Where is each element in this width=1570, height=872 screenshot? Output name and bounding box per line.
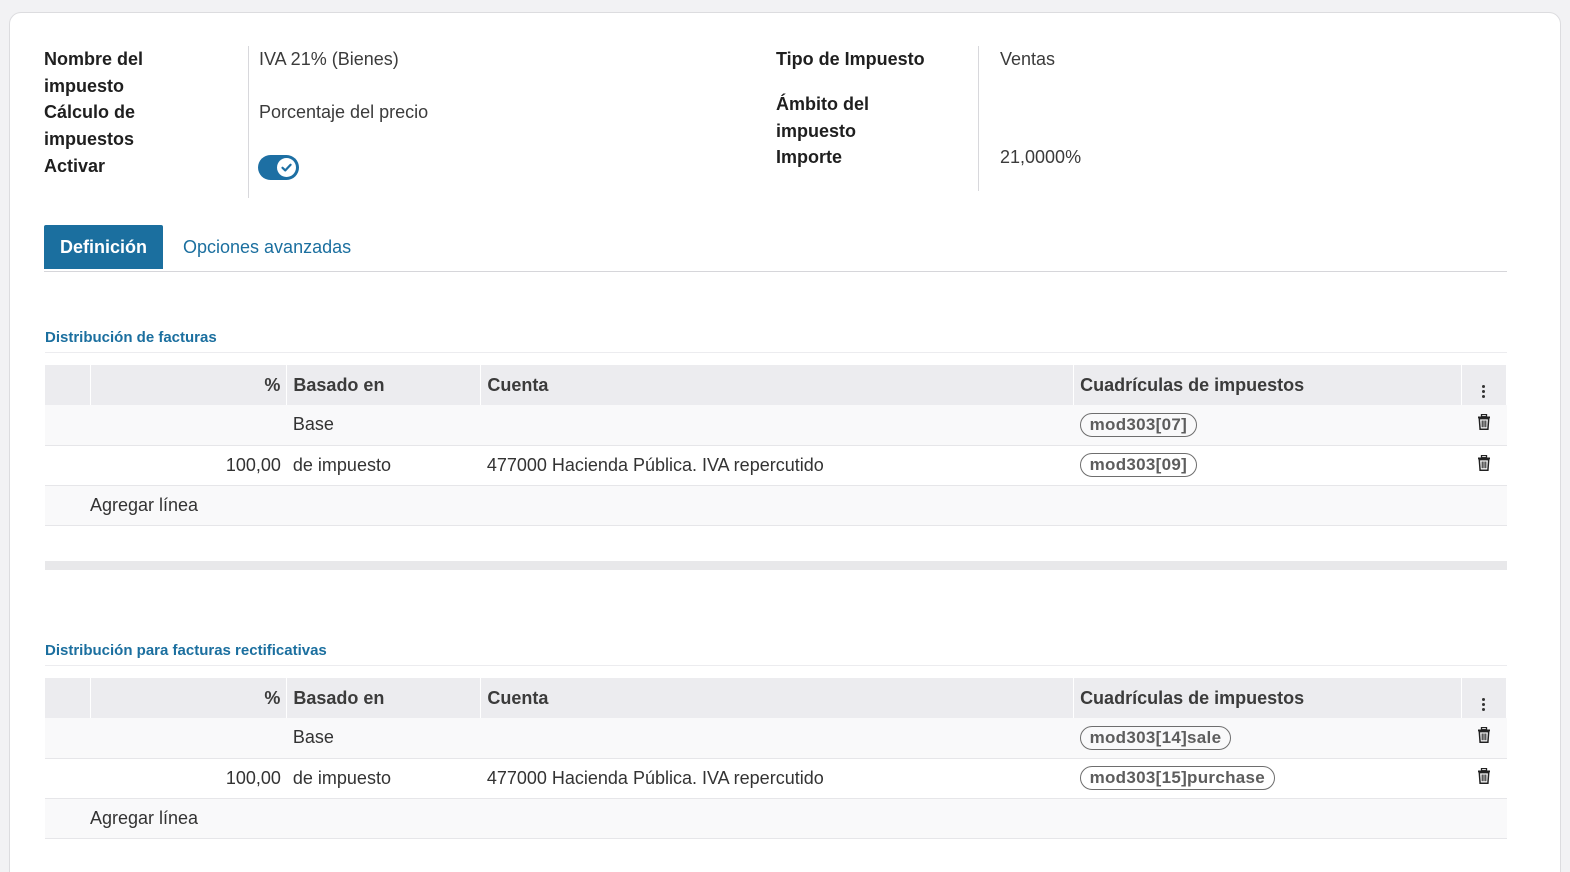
handle-column-header bbox=[45, 678, 92, 718]
check-icon bbox=[277, 158, 296, 177]
handle-cell bbox=[45, 445, 91, 486]
based-on-column-header[interactable]: Basado en bbox=[286, 365, 482, 405]
based-on-cell[interactable]: Base bbox=[286, 405, 481, 446]
handle-cell bbox=[45, 718, 91, 759]
optional-columns-toggle[interactable] bbox=[1461, 678, 1508, 718]
pct-column-header[interactable]: % bbox=[90, 678, 288, 718]
tax-grids-column-header[interactable]: Cuadrículas de impuestos bbox=[1073, 365, 1462, 405]
account-cell[interactable] bbox=[480, 405, 1074, 446]
trash-icon bbox=[1477, 454, 1490, 471]
account-cell[interactable] bbox=[480, 718, 1074, 759]
table-row[interactable]: Base mod303[07] bbox=[45, 405, 1507, 446]
tax-type-label: Tipo de Impuesto bbox=[776, 49, 925, 69]
refund-distribution-table: % Basado en Cuenta Cuadrículas de impues… bbox=[45, 678, 1508, 839]
active-label: Activar bbox=[44, 156, 106, 176]
tax-grids-column-header[interactable]: Cuadrículas de impuestos bbox=[1073, 678, 1462, 718]
delete-row-button[interactable] bbox=[1461, 718, 1507, 759]
tax-type-value[interactable]: Ventas bbox=[1000, 46, 1055, 73]
handle-cell bbox=[45, 405, 91, 446]
tax-grids-cell[interactable]: mod303[07] bbox=[1073, 405, 1462, 446]
kebab-menu-icon bbox=[1482, 698, 1486, 711]
delete-row-button[interactable] bbox=[1461, 445, 1507, 486]
tax-scope-label: Ámbito del impuesto bbox=[776, 94, 869, 141]
tax-grid-tag[interactable]: mod303[14]sale bbox=[1079, 725, 1232, 750]
account-cell[interactable]: 477000 Hacienda Pública. IVA repercutido bbox=[480, 758, 1074, 799]
trash-icon bbox=[1477, 767, 1490, 784]
trash-icon bbox=[1477, 727, 1490, 744]
pct-column-header[interactable]: % bbox=[90, 365, 288, 405]
handle-column-header bbox=[45, 365, 92, 405]
pct-cell[interactable]: 100,00 bbox=[90, 445, 287, 486]
account-column-header[interactable]: Cuenta bbox=[480, 365, 1075, 405]
based-on-cell[interactable]: Base bbox=[286, 718, 481, 759]
table-row[interactable]: 100,00 de impuesto 477000 Hacienda Públi… bbox=[45, 758, 1507, 799]
pct-cell[interactable]: 100,00 bbox=[90, 758, 287, 799]
tab-advanced-options[interactable]: Opciones avanzadas bbox=[167, 225, 367, 269]
invoice-distribution-table: % Basado en Cuenta Cuadrículas de impues… bbox=[45, 365, 1508, 526]
delete-row-button[interactable] bbox=[1461, 758, 1507, 799]
tax-name-label: Nombre del impuesto bbox=[44, 49, 144, 96]
table-row[interactable]: 100,00 de impuesto 477000 Hacienda Públi… bbox=[45, 445, 1507, 486]
kebab-menu-icon bbox=[1482, 385, 1486, 398]
table-row[interactable]: Base mod303[14]sale bbox=[45, 718, 1507, 759]
based-on-column-header[interactable]: Basado en bbox=[286, 678, 482, 718]
pct-cell[interactable] bbox=[90, 718, 287, 759]
add-line-row: Agregar línea bbox=[45, 485, 1507, 526]
account-cell[interactable]: 477000 Hacienda Pública. IVA repercutido bbox=[480, 445, 1074, 486]
section-divider bbox=[45, 561, 1507, 570]
tax-grid-tag[interactable]: mod303[15]purchase bbox=[1079, 766, 1276, 790]
table-header-row: % Basado en Cuenta Cuadrículas de impues… bbox=[45, 365, 1508, 405]
table-header-row: % Basado en Cuenta Cuadrículas de impues… bbox=[45, 678, 1508, 718]
tax-computation-value[interactable]: Porcentaje del precio bbox=[259, 99, 428, 126]
tab-definition[interactable]: Definición bbox=[44, 225, 164, 269]
optional-columns-toggle[interactable] bbox=[1461, 365, 1508, 405]
delete-row-button[interactable] bbox=[1461, 405, 1507, 446]
tax-name-value[interactable]: IVA 21% (Bienes) bbox=[259, 46, 399, 73]
tax-computation-label: Cálculo de impuestos bbox=[44, 102, 136, 149]
amount-value[interactable]: 21,0000% bbox=[1000, 144, 1081, 171]
tax-grids-cell[interactable]: mod303[15]purchase bbox=[1073, 758, 1462, 799]
trash-icon bbox=[1477, 414, 1490, 431]
based-on-cell[interactable]: de impuesto bbox=[286, 445, 481, 486]
active-toggle[interactable] bbox=[258, 155, 299, 180]
tax-grid-tag[interactable]: mod303[07] bbox=[1079, 412, 1198, 437]
tax-grids-cell[interactable]: mod303[14]sale bbox=[1073, 718, 1462, 759]
amount-label: Importe bbox=[776, 147, 843, 167]
add-line-link[interactable]: Agregar línea bbox=[45, 485, 1507, 526]
pct-cell[interactable] bbox=[90, 405, 287, 446]
refund-distribution-title: Distribución para facturas rectificativa… bbox=[45, 642, 1507, 666]
tax-grids-cell[interactable]: mod303[09] bbox=[1073, 445, 1462, 486]
add-line-row: Agregar línea bbox=[45, 798, 1507, 839]
notebook-tabs: Definición Opciones avanzadas bbox=[44, 225, 1507, 272]
add-line-link[interactable]: Agregar línea bbox=[45, 798, 1507, 839]
invoice-distribution-title: Distribución de facturas bbox=[45, 329, 1507, 353]
based-on-cell[interactable]: de impuesto bbox=[286, 758, 481, 799]
handle-cell bbox=[45, 758, 91, 799]
tax-grid-tag[interactable]: mod303[09] bbox=[1079, 453, 1198, 477]
account-column-header[interactable]: Cuenta bbox=[480, 678, 1075, 718]
